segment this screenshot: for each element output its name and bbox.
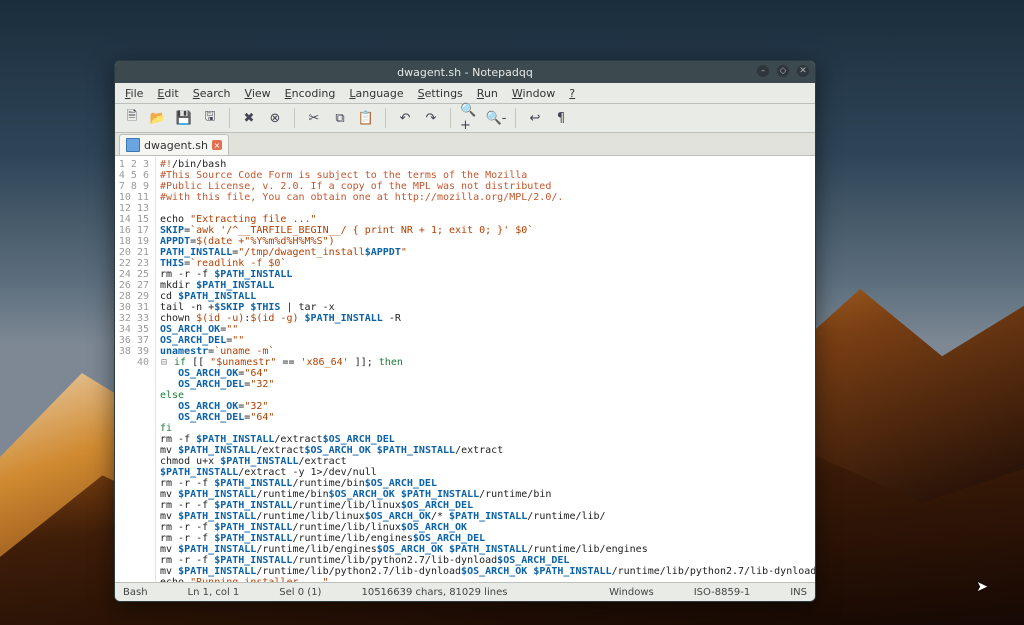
status-bar: Bash Ln 1, col 1 Sel 0 (1) 10516639 char… — [115, 582, 815, 601]
toolbar-separator — [385, 108, 386, 128]
menu-encoding[interactable]: Encoding — [279, 85, 342, 102]
toolbar-separator — [515, 108, 516, 128]
status-selection: Sel 0 (1) — [279, 587, 321, 598]
open-file-icon[interactable]: 📂 — [147, 107, 169, 129]
notepadqq-window: dwagent.sh - Notepadqq – ◇ ✕ FileEditSea… — [114, 60, 816, 602]
file-icon — [126, 138, 140, 152]
window-title: dwagent.sh - Notepadqq — [397, 66, 533, 79]
line-number-gutter: 1 2 3 4 5 6 7 8 9 10 11 12 13 14 15 16 1… — [115, 157, 156, 582]
menu-run[interactable]: Run — [471, 85, 504, 102]
zoom-in-icon[interactable]: 🔍+ — [459, 107, 481, 129]
menubar: FileEditSearchViewEncodingLanguageSettin… — [115, 83, 815, 104]
status-position: Ln 1, col 1 — [188, 587, 240, 598]
window-maximize-button[interactable]: ◇ — [777, 65, 789, 77]
new-file-icon[interactable]: 🗎 — [121, 107, 143, 129]
menu-file[interactable]: File — [119, 85, 149, 102]
menu-window[interactable]: Window — [506, 85, 561, 102]
status-language: Bash — [123, 587, 148, 598]
cut-icon[interactable]: ✂ — [303, 107, 325, 129]
toolbar: 🗎📂💾🖫 ✖⊗ ✂⧉📋 ↶↷ 🔍+🔍- ↩¶ — [115, 104, 815, 133]
tab-bar: dwagent.sh × — [115, 133, 815, 156]
close-all-icon[interactable]: ⊗ — [264, 107, 286, 129]
menu-edit[interactable]: Edit — [151, 85, 184, 102]
redo-icon[interactable]: ↷ — [420, 107, 442, 129]
status-insert-mode: INS — [790, 587, 807, 598]
status-encoding: ISO-8859-1 — [694, 587, 750, 598]
word-wrap-icon[interactable]: ↩ — [524, 107, 546, 129]
paste-icon[interactable]: 📋 — [355, 107, 377, 129]
menu-view[interactable]: View — [239, 85, 277, 102]
menu-settings[interactable]: Settings — [412, 85, 469, 102]
toolbar-separator — [229, 108, 230, 128]
window-close-button[interactable]: ✕ — [797, 65, 809, 77]
close-icon[interactable]: ✖ — [238, 107, 260, 129]
tab-dwagent[interactable]: dwagent.sh × — [119, 134, 229, 155]
toolbar-separator — [294, 108, 295, 128]
save-all-icon[interactable]: 🖫 — [199, 107, 221, 129]
save-icon[interactable]: 💾 — [173, 107, 195, 129]
copy-icon[interactable]: ⧉ — [329, 107, 351, 129]
undo-icon[interactable]: ↶ — [394, 107, 416, 129]
zoom-out-icon[interactable]: 🔍- — [485, 107, 507, 129]
tab-label: dwagent.sh — [144, 139, 208, 152]
tab-close-icon[interactable]: × — [212, 140, 222, 150]
status-eol: Windows — [609, 587, 654, 598]
menu-search[interactable]: Search — [187, 85, 237, 102]
menu-?[interactable]: ? — [563, 85, 581, 102]
menu-language[interactable]: Language — [343, 85, 409, 102]
titlebar[interactable]: dwagent.sh - Notepadqq – ◇ ✕ — [115, 61, 815, 83]
mouse-cursor-icon: ➤ — [976, 579, 988, 595]
code-content[interactable]: #!/bin/bash #This Source Code Form is su… — [156, 157, 815, 582]
toolbar-separator — [450, 108, 451, 128]
editor-area[interactable]: 1 2 3 4 5 6 7 8 9 10 11 12 13 14 15 16 1… — [115, 156, 815, 582]
show-symbols-icon[interactable]: ¶ — [550, 107, 572, 129]
status-chars: 10516639 chars, 81029 lines — [361, 587, 507, 598]
window-minimize-button[interactable]: – — [757, 65, 769, 77]
